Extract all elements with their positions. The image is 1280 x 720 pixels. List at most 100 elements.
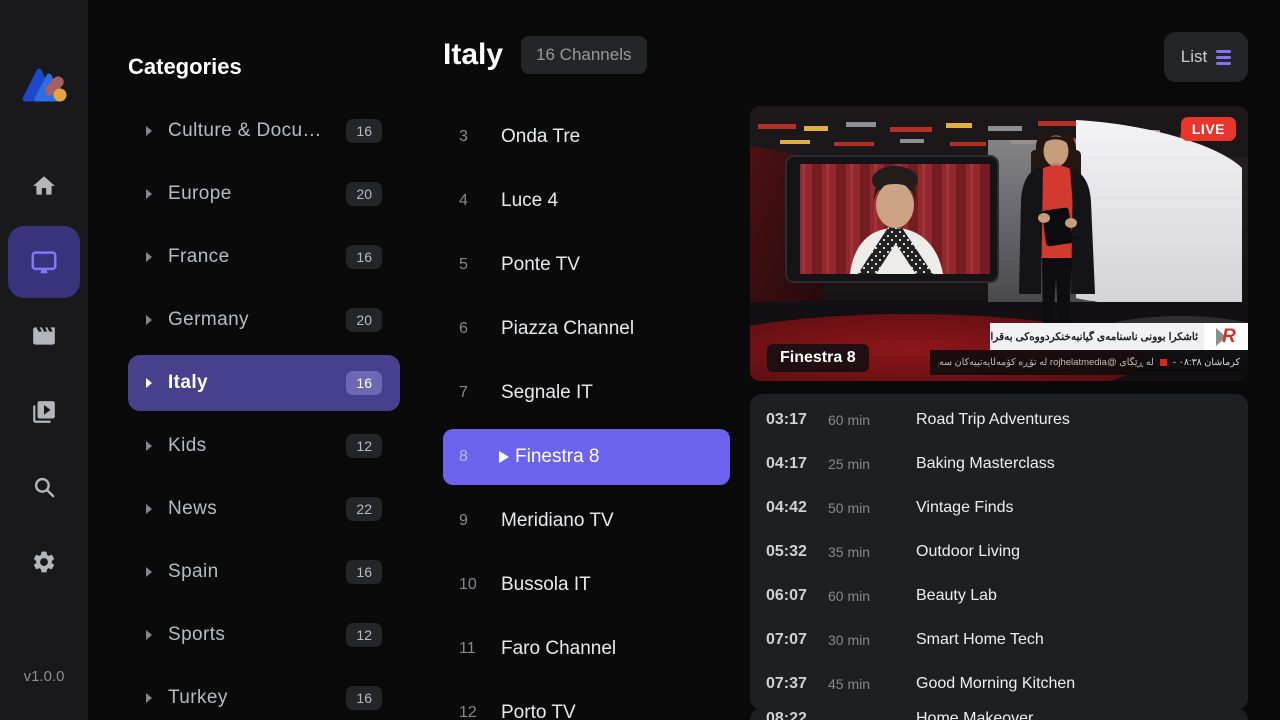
channel-name: Meridiano TV xyxy=(501,510,614,532)
epg-row[interactable]: 03:17 60 min Road Trip Adventures xyxy=(750,398,1248,442)
categories-list: Culture & Docu… 16 Europe 20 France 16 G… xyxy=(128,103,400,720)
category-count-badge: 16 xyxy=(346,686,382,710)
list-view-icon xyxy=(1216,50,1231,65)
channel-row-6[interactable]: 6 Piazza Channel xyxy=(443,301,730,357)
ticker-bullet-icon xyxy=(1160,359,1167,366)
chevron-right-icon xyxy=(146,378,152,388)
channel-row-11[interactable]: 11 Faro Channel xyxy=(443,621,730,677)
epg-row-partial[interactable]: 08:22 Home Makeover xyxy=(750,710,1248,720)
category-count-badge: 12 xyxy=(346,434,382,458)
list-view-label: List xyxy=(1181,47,1207,67)
category-row-europe[interactable]: Europe 20 xyxy=(128,166,400,222)
chevron-right-icon xyxy=(146,441,152,451)
search-icon[interactable] xyxy=(31,474,57,500)
epg-card: 03:17 60 min Road Trip Adventures 04:17 … xyxy=(750,394,1248,710)
epg-title: Outdoor Living xyxy=(916,543,1020,561)
categories-title: Categories xyxy=(128,54,242,80)
category-label: Germany xyxy=(168,309,249,331)
category-count-badge: 20 xyxy=(346,308,382,332)
channel-row-3[interactable]: 3 Onda Tre xyxy=(443,109,730,165)
category-row-italy[interactable]: Italy 16 xyxy=(128,355,400,411)
channel-row-4[interactable]: 4 Luce 4 xyxy=(443,173,730,229)
channel-name: Onda Tre xyxy=(501,126,580,148)
app-window: v1.0.0 Categories Culture & Docu… 16 Eur… xyxy=(0,0,1280,720)
epg-row[interactable]: 07:37 45 min Good Morning Kitchen xyxy=(750,662,1248,706)
ticker-location-time: کرماشان ٠٨:٣٨ - xyxy=(1173,357,1240,368)
epg-duration: 30 min xyxy=(828,632,916,648)
epg-duration: 45 min xyxy=(828,676,916,692)
category-row-kids[interactable]: Kids 12 xyxy=(128,418,400,474)
category-label: Europe xyxy=(168,183,232,205)
channel-count-badge: 16 Channels xyxy=(521,36,646,74)
settings-icon[interactable] xyxy=(31,549,57,575)
category-row-spain[interactable]: Spain 16 xyxy=(128,544,400,600)
epg-title: Baking Masterclass xyxy=(916,455,1055,473)
channel-row-12[interactable]: 12 Porto TV xyxy=(443,685,730,720)
category-count-badge: 16 xyxy=(346,119,382,143)
channel-row-5[interactable]: 5 Ponte TV xyxy=(443,237,730,293)
movies-icon[interactable] xyxy=(31,323,57,349)
home-icon[interactable] xyxy=(31,173,57,199)
category-row-france[interactable]: France 16 xyxy=(128,229,400,285)
library-icon[interactable] xyxy=(31,399,57,425)
studio-screen xyxy=(786,156,998,282)
chevron-right-icon xyxy=(146,504,152,514)
category-label: Spain xyxy=(168,561,219,583)
channel-number: 9 xyxy=(459,512,485,530)
category-count-badge: 22 xyxy=(346,497,382,521)
channel-row-7[interactable]: 7 Segnale IT xyxy=(443,365,730,421)
channel-number: 12 xyxy=(459,704,485,720)
channel-name: Finestra 8 xyxy=(515,446,599,468)
live-tv-icon[interactable] xyxy=(8,226,80,298)
channel-name: Porto TV xyxy=(501,702,576,720)
channel-name: Luce 4 xyxy=(501,190,558,212)
category-count-badge: 16 xyxy=(346,560,382,584)
channel-name: Segnale IT xyxy=(501,382,593,404)
ticker-social-text: لە ڕێگای @rojhelatmedia لە تۆڕە کۆمەڵایە… xyxy=(938,357,1154,368)
category-count-badge: 12 xyxy=(346,623,382,647)
news-ticker: ئاشکرا بوونی ناسنامەی گیانبەخنکردووەکی ب… xyxy=(990,323,1248,350)
category-count-badge: 16 xyxy=(346,371,382,395)
channel-name: Bussola IT xyxy=(501,574,591,596)
channel-name: Faro Channel xyxy=(501,638,616,660)
epg-time: 06:07 xyxy=(766,587,828,605)
channel-row-9[interactable]: 9 Meridiano TV xyxy=(443,493,730,549)
epg-row[interactable]: 06:07 60 min Beauty Lab xyxy=(750,574,1248,618)
category-row-sports[interactable]: Sports 12 xyxy=(128,607,400,663)
epg-duration: 60 min xyxy=(828,588,916,604)
category-row-turkey[interactable]: Turkey 16 xyxy=(128,670,400,720)
epg-card-next: 08:22 Home Makeover xyxy=(750,708,1248,720)
channel-row-8-selected[interactable]: 8 Finestra 8 xyxy=(443,429,730,485)
epg-row[interactable]: 05:32 35 min Outdoor Living xyxy=(750,530,1248,574)
chevron-right-icon xyxy=(146,315,152,325)
channel-number: 6 xyxy=(459,320,485,338)
epg-time: 03:17 xyxy=(766,411,828,429)
epg-row[interactable]: 07:07 30 min Smart Home Tech xyxy=(750,618,1248,662)
current-channel-label: Finestra 8 xyxy=(767,344,869,372)
epg-time: 07:07 xyxy=(766,631,828,649)
category-label: France xyxy=(168,246,230,268)
list-view-button[interactable]: List xyxy=(1164,32,1248,82)
epg-title: Road Trip Adventures xyxy=(916,411,1070,429)
chevron-right-icon xyxy=(146,567,152,577)
app-logo-icon[interactable] xyxy=(20,58,68,106)
channel-number: 11 xyxy=(459,640,485,658)
epg-title: Vintage Finds xyxy=(916,499,1014,517)
epg-row[interactable]: 04:42 50 min Vintage Finds xyxy=(750,486,1248,530)
category-count-badge: 20 xyxy=(346,182,382,206)
chevron-right-icon xyxy=(146,630,152,640)
category-row-germany[interactable]: Germany 20 xyxy=(128,292,400,348)
video-preview[interactable]: LIVE ئاشکرا بوونی ناسنامەی گیانبەخنکردوو… xyxy=(750,106,1248,381)
category-label: News xyxy=(168,498,217,520)
epg-row[interactable]: 04:17 25 min Baking Masterclass xyxy=(750,442,1248,486)
channel-number: 5 xyxy=(459,256,485,274)
page-header: Italy 16 Channels xyxy=(443,36,647,74)
channel-name: Ponte TV xyxy=(501,254,580,276)
channel-row-10[interactable]: 10 Bussola IT xyxy=(443,557,730,613)
category-row-news[interactable]: News 22 xyxy=(128,481,400,537)
category-label: Kids xyxy=(168,435,207,457)
category-label: Turkey xyxy=(168,687,228,709)
epg-title: Beauty Lab xyxy=(916,587,997,605)
chevron-right-icon xyxy=(146,252,152,262)
category-row-culture[interactable]: Culture & Docu… 16 xyxy=(128,103,400,159)
